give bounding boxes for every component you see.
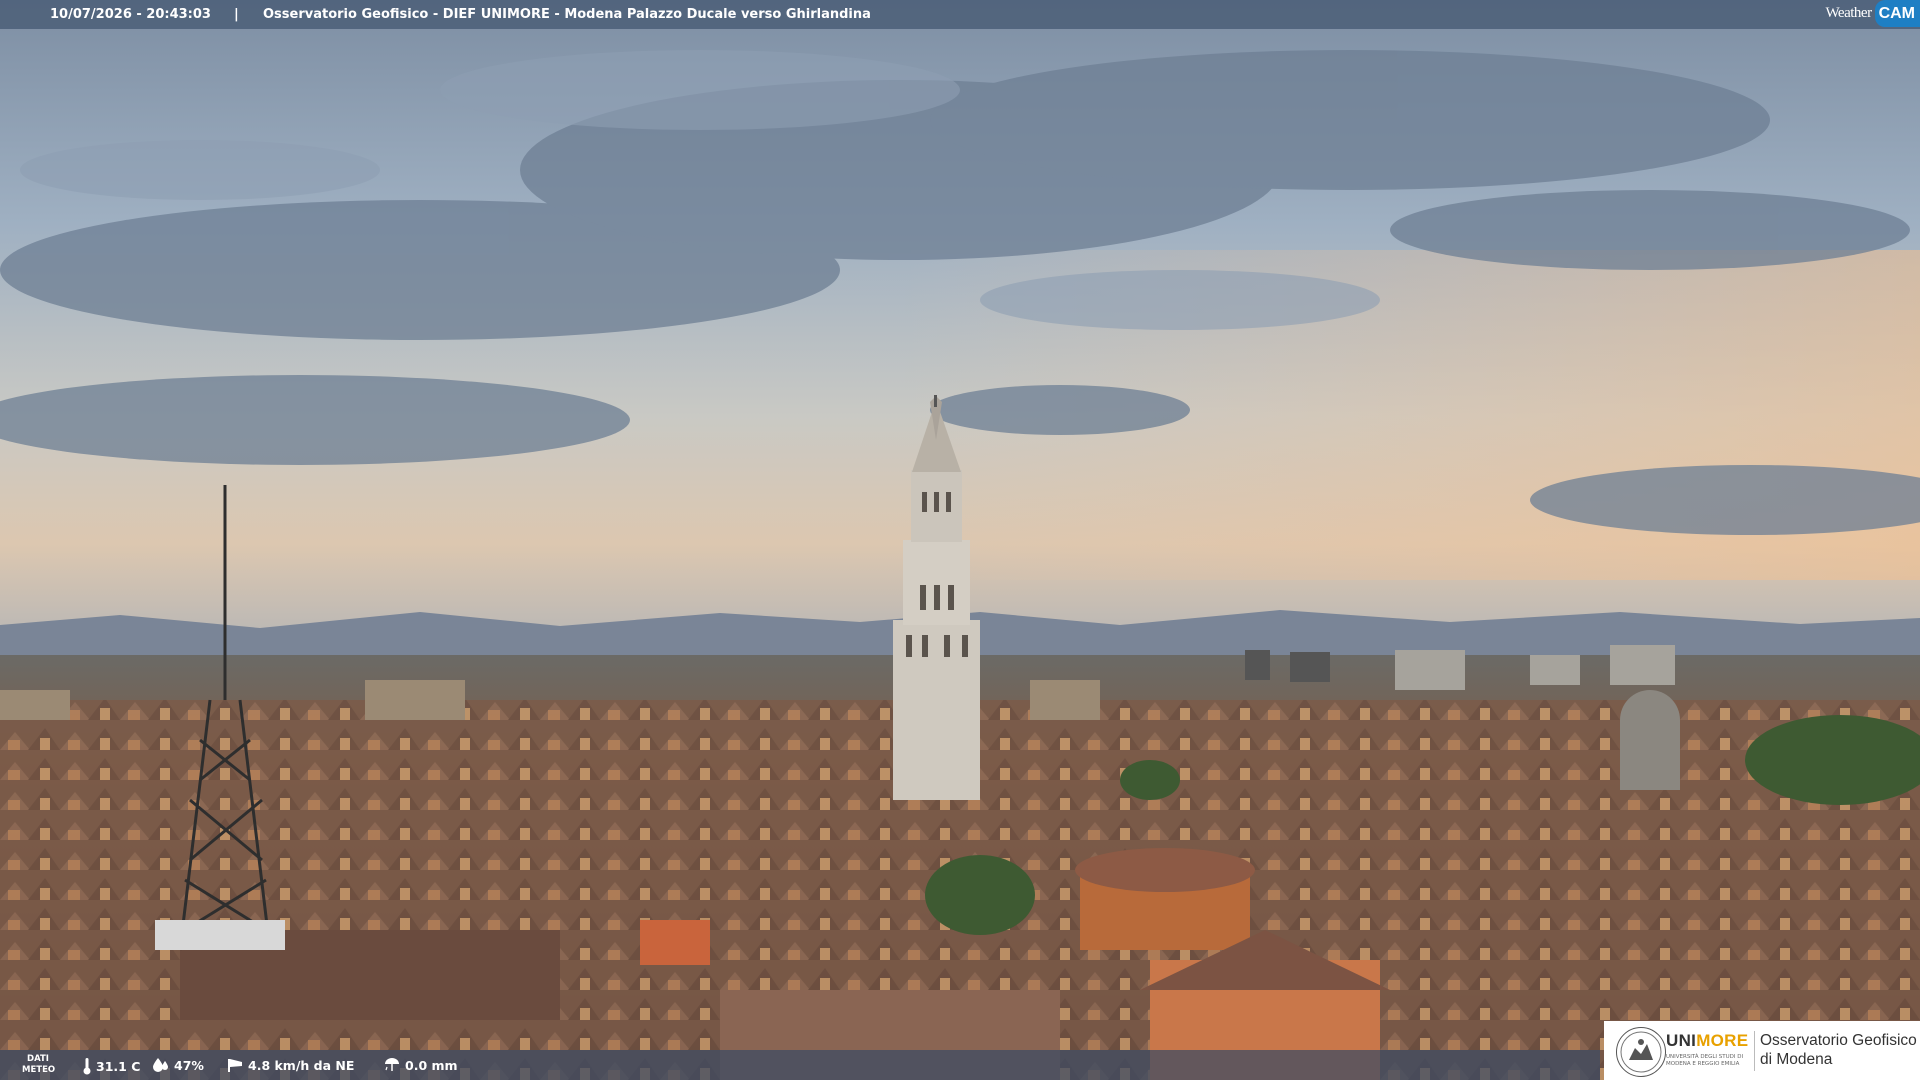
camera-title: Osservatorio Geofisico - DIEF UNIMORE - … [263, 7, 871, 22]
university-seal-icon [1616, 1027, 1666, 1077]
weathercam-logo-weather: Weather [1825, 5, 1872, 21]
header-bar: 10/07/2026 - 20:43:03 | Osservatorio Geo… [0, 0, 1920, 29]
humidity-value: 47% [174, 1057, 204, 1073]
wind-sock-icon [228, 1059, 242, 1072]
rain-reading: 0.0 mm [383, 1057, 458, 1073]
weathercam-logo-cam: CAM [1874, 0, 1920, 27]
wind-reading: 4.8 km/h da NE [226, 1057, 354, 1073]
humidity-reading: 47% [152, 1057, 204, 1073]
thermometer-icon [83, 1058, 91, 1075]
rain-gauge-icon [385, 1058, 399, 1071]
header-separator: | [234, 7, 239, 22]
weather-data-label: DATI METEO [22, 1054, 56, 1075]
weather-data-bar: DATI METEO 31.1 C 47% 4.8 km/h da NE 0.0… [0, 1050, 1600, 1080]
webcam-view [0, 0, 1920, 1080]
humidity-drop-icon [153, 1058, 168, 1072]
temperature-reading: 31.1 C [82, 1057, 140, 1075]
observatory-name: Osservatorio Geofisico di Modena [1760, 1032, 1917, 1068]
temperature-value: 31.1 C [96, 1058, 141, 1074]
rain-value: 0.0 mm [405, 1057, 458, 1073]
timestamp: 10/07/2026 - 20:43:03 [50, 7, 211, 22]
university-name: UNIVERSITÀ DEGLI STUDI DI MODENA E REGGI… [1666, 1054, 1744, 1067]
wind-value: 4.8 km/h da NE [248, 1057, 355, 1073]
weathercam-logo: Weather CAM [1825, 0, 1920, 27]
unimore-wordmark: UNIMORE [1666, 1031, 1749, 1050]
logo-divider [1754, 1031, 1755, 1071]
unimore-logo: UNIMORE UNIVERSITÀ DEGLI STUDI DI MODENA… [1604, 1021, 1920, 1080]
